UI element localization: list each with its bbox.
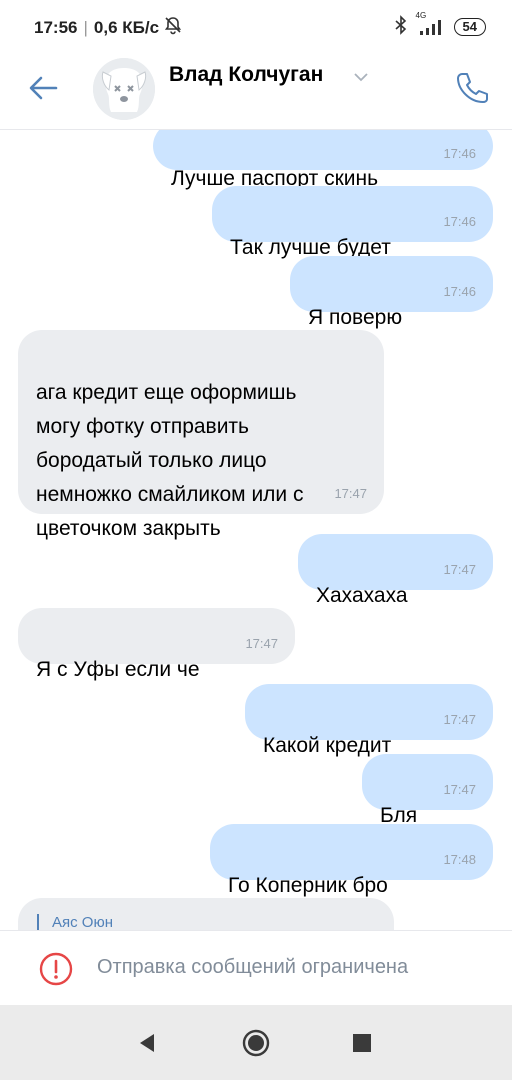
- contact-name[interactable]: Влад Колчуган: [169, 63, 323, 87]
- message-bubble-outgoing[interactable]: Бля 17:47: [362, 754, 493, 827]
- bell-off-icon: [163, 15, 183, 40]
- messaging-restricted-banner: Отправка сообщений ограничена: [0, 930, 512, 1005]
- system-navigation-bar: [0, 1005, 512, 1080]
- message-text: Какой кредит: [263, 734, 392, 757]
- message-time: 17:46: [443, 214, 476, 229]
- message-text: Я с Уфы если че: [36, 658, 200, 681]
- restriction-text: Отправка сообщений ограничена: [97, 956, 409, 978]
- message-time: 17:47: [334, 486, 367, 501]
- reply-bar: [37, 914, 39, 930]
- message-bubble-incoming[interactable]: Я с Уфы если че 17:47: [18, 608, 295, 681]
- arrow-left-icon[interactable]: [26, 70, 62, 106]
- bluetooth-icon: [394, 15, 408, 38]
- message-bubble-outgoing[interactable]: Го Коперник бро 17:48: [210, 824, 493, 897]
- signal-icon: 4G: [416, 11, 446, 37]
- message-bubble-outgoing[interactable]: Лучше паспорт скинь 17:46: [153, 130, 493, 190]
- status-time: 17:56: [34, 17, 78, 37]
- chat-header: Влад Колчуган: [0, 52, 512, 130]
- nav-recents-icon[interactable]: [346, 1027, 378, 1059]
- chevron-down-icon[interactable]: [353, 70, 369, 84]
- status-separator: |: [83, 17, 88, 37]
- message-bubble-incoming[interactable]: ага кредит еще оформишь могу фотку отпра…: [18, 330, 384, 540]
- message-time: 17:47: [443, 782, 476, 797]
- message-time: 17:46: [443, 284, 476, 299]
- message-text: ага кредит еще оформишь могу фотку отпра…: [36, 381, 304, 540]
- message-bubble-outgoing[interactable]: Так лучше будет 17:46: [212, 186, 493, 259]
- message-bubble-outgoing[interactable]: Я поверю 17:46: [290, 256, 493, 329]
- network-speed: 0,6 КБ/с: [93, 17, 160, 37]
- message-time: 17:48: [443, 852, 476, 867]
- message-time: 17:47: [443, 712, 476, 727]
- avatar[interactable]: [93, 58, 155, 120]
- status-bar: 17:56 | 0,6 КБ/с 4G 54: [0, 0, 512, 52]
- battery-indicator: 54: [453, 17, 486, 36]
- nav-home-icon[interactable]: [240, 1027, 272, 1059]
- message-bubble-outgoing[interactable]: Какой кредит 17:47: [245, 684, 493, 757]
- nav-back-icon[interactable]: [132, 1027, 164, 1059]
- message-time: 17:46: [443, 146, 476, 161]
- message-bubble-outgoing[interactable]: Хахахаха 17:47: [298, 534, 493, 607]
- message-time: 17:47: [245, 636, 278, 651]
- alert-circle-icon: [38, 951, 74, 987]
- forwarded-message-preview[interactable]: Аяс Оюн: [18, 898, 394, 930]
- phone-icon[interactable]: [452, 68, 492, 108]
- message-time: 17:47: [443, 562, 476, 577]
- message-text: Го Коперник бро: [228, 874, 388, 897]
- forwarded-author-name[interactable]: Аяс Оюн: [52, 914, 113, 930]
- message-list[interactable]: Лучше паспорт скинь 17:46 Так лучше буде…: [0, 130, 512, 930]
- message-text: Я поверю: [308, 306, 403, 329]
- message-text: Хахахаха: [316, 584, 408, 607]
